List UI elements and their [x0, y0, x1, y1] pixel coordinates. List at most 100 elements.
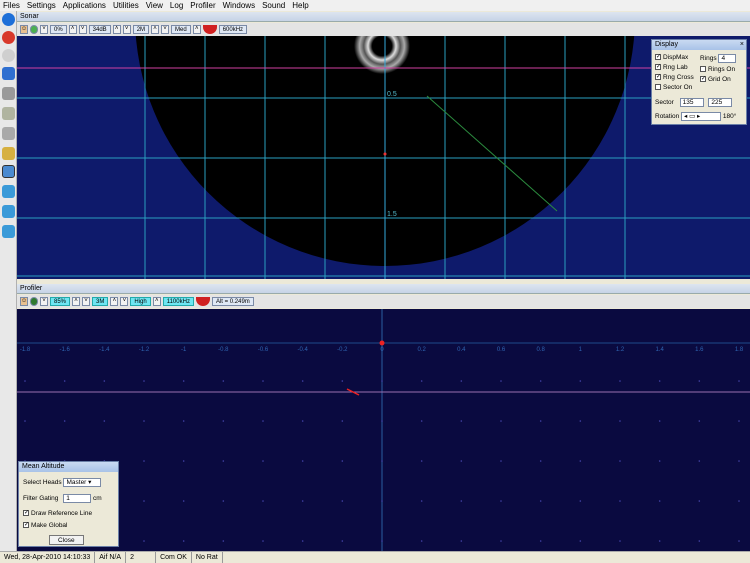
- gain-up-button[interactable]: ˄: [68, 25, 77, 34]
- playback-icon[interactable]: [2, 127, 15, 140]
- close-icon[interactable]: ×: [740, 40, 744, 50]
- range-field[interactable]: 2M: [132, 25, 150, 34]
- grid-dot: [143, 460, 145, 462]
- profiler-res-down-button[interactable]: ˅: [120, 297, 129, 306]
- monitor-2-icon[interactable]: [2, 205, 15, 218]
- select-heads-dropdown[interactable]: Master ▾: [63, 478, 102, 487]
- grid-dot: [658, 420, 661, 422]
- gain-field[interactable]: 0%: [50, 25, 67, 34]
- stop-icon[interactable]: [2, 31, 15, 44]
- sector-to-field[interactable]: 225: [708, 98, 733, 107]
- menu-windows[interactable]: Windows: [223, 1, 255, 10]
- grid-dot: [619, 420, 621, 422]
- rng-lab-checkbox[interactable]: ✓ Rng Lab: [655, 64, 688, 71]
- make-global-checkbox[interactable]: ✓ Make Global: [23, 522, 68, 529]
- profiler-gain-up-button[interactable]: ˄: [72, 297, 81, 306]
- profiler-head-icon[interactable]: [195, 297, 210, 306]
- grid-dot: [579, 460, 582, 462]
- grid-dot: [738, 540, 740, 542]
- profiler-gain-field[interactable]: 85%: [50, 297, 71, 306]
- profiler-res-up-button[interactable]: ˄: [152, 297, 161, 306]
- menu-sound[interactable]: Sound: [262, 1, 285, 10]
- grid-dot: [143, 500, 145, 502]
- rng-cross-checkbox[interactable]: ✓ Rng Cross: [655, 74, 694, 81]
- profiler-range-field[interactable]: 3M: [92, 297, 109, 306]
- scale-label: 1.8: [735, 347, 744, 353]
- grid-dot: [420, 500, 423, 502]
- menu-profiler[interactable]: Profiler: [190, 1, 215, 10]
- resolution-down-button[interactable]: ˅: [161, 25, 170, 34]
- cube-icon[interactable]: [2, 67, 15, 80]
- profiler-toolbar: ☺ ˅ 85% ˄ ˅ 3M ˄ ˅ High ˄ 1100kHz Alt = …: [17, 295, 750, 308]
- sector-from-field[interactable]: 135: [679, 98, 704, 107]
- profiler-res-field[interactable]: High: [130, 297, 151, 306]
- scale-label: -0.6: [258, 347, 269, 353]
- profiler-green-circle-icon[interactable]: [30, 297, 38, 306]
- menu-view[interactable]: View: [146, 1, 163, 10]
- rings-field[interactable]: 4: [718, 54, 737, 63]
- sonar-head-icon[interactable]: [202, 25, 217, 34]
- grid-dot: [698, 420, 701, 422]
- monitor-3-icon[interactable]: [2, 225, 15, 238]
- menu-help[interactable]: Help: [292, 1, 308, 10]
- profiler-range-up-button[interactable]: ˄: [110, 297, 119, 306]
- close-button[interactable]: Close: [49, 535, 84, 545]
- green-circle-icon[interactable]: [30, 25, 38, 34]
- menu-bar: Files Settings Applications Utilities Vi…: [0, 0, 750, 11]
- db-up-button[interactable]: ˄: [112, 25, 121, 34]
- menu-log[interactable]: Log: [170, 1, 183, 10]
- grid-dot: [460, 500, 463, 502]
- rings-on-checkbox[interactable]: Rings On: [700, 66, 735, 73]
- rotation-slider[interactable]: ◂ ▭ ▸: [681, 112, 722, 121]
- grid-dot: [619, 460, 621, 462]
- play-icon[interactable]: [2, 13, 15, 26]
- filter-gating-field[interactable]: 1: [63, 494, 92, 503]
- range-down-button[interactable]: ˅: [122, 25, 131, 34]
- window-icon[interactable]: [2, 165, 15, 178]
- gain-down-button[interactable]: ˅: [40, 25, 48, 34]
- profiler-scale: -1.8 -1.6 -1.4 -1.2 -1 -0.8 -0.6 -0.4 -0.2 0 0.2 0.…: [20, 347, 744, 353]
- profiler-frequency-field[interactable]: 1100kHz: [162, 297, 194, 306]
- sector-on-checkbox[interactable]: Sector On: [655, 84, 692, 91]
- left-toolbar: [0, 11, 17, 551]
- grid-dot: [619, 500, 621, 502]
- grid-on-checkbox[interactable]: ✓ Grid On: [700, 76, 731, 83]
- profiler-person-icon[interactable]: ☺: [20, 297, 28, 306]
- grid-dot: [381, 380, 383, 382]
- scale-label: 1: [579, 347, 583, 353]
- sonar-display[interactable]: 0.5 1.5: [17, 36, 750, 279]
- disabled-icon[interactable]: [2, 49, 15, 62]
- record-icon[interactable]: [2, 107, 15, 120]
- range-up-button[interactable]: ˄: [151, 25, 160, 34]
- menu-files[interactable]: Files: [3, 1, 20, 10]
- grid-dot: [182, 420, 185, 422]
- filter-gating-control: Filter Gating 1 cm: [23, 494, 102, 503]
- tools-icon[interactable]: [2, 147, 15, 160]
- profiler-origin-marker: [379, 340, 385, 346]
- profiler-gain-down-button[interactable]: ˅: [40, 297, 48, 306]
- resolution-field[interactable]: Med: [171, 25, 191, 34]
- resolution-up-button[interactable]: ˄: [192, 25, 201, 34]
- dispmax-checkbox[interactable]: ✓ DispMax: [655, 54, 688, 61]
- scale-label: 0: [380, 347, 384, 353]
- grid-dot: [738, 460, 740, 462]
- grid-dot: [341, 420, 344, 422]
- monitor-icon[interactable]: [2, 185, 15, 198]
- menu-settings[interactable]: Settings: [27, 1, 56, 10]
- menu-applications[interactable]: Applications: [63, 1, 106, 10]
- db-down-button[interactable]: ˅: [78, 25, 87, 34]
- grid-dot: [738, 500, 740, 502]
- profiler-range-down-button[interactable]: ˅: [82, 297, 91, 306]
- scale-label: -1.2: [139, 347, 150, 353]
- grid-dot: [262, 460, 264, 462]
- db-field[interactable]: 34dB: [88, 25, 111, 34]
- person-icon[interactable]: ☺: [20, 25, 28, 34]
- grid-dot: [738, 380, 740, 382]
- frequency-field[interactable]: 600kHz: [218, 25, 248, 34]
- profiler-panel-title: Profiler: [17, 284, 750, 294]
- grid-dot: [658, 380, 661, 382]
- profiler-display[interactable]: -1.8 -1.6 -1.4 -1.2 -1 -0.8 -0.6 -0.4 -0.2 0 0.2 0.…: [17, 309, 750, 551]
- draw-reference-checkbox[interactable]: ✓ Draw Reference Line: [23, 510, 92, 517]
- printer-icon[interactable]: [2, 87, 15, 100]
- menu-utilities[interactable]: Utilities: [113, 1, 139, 10]
